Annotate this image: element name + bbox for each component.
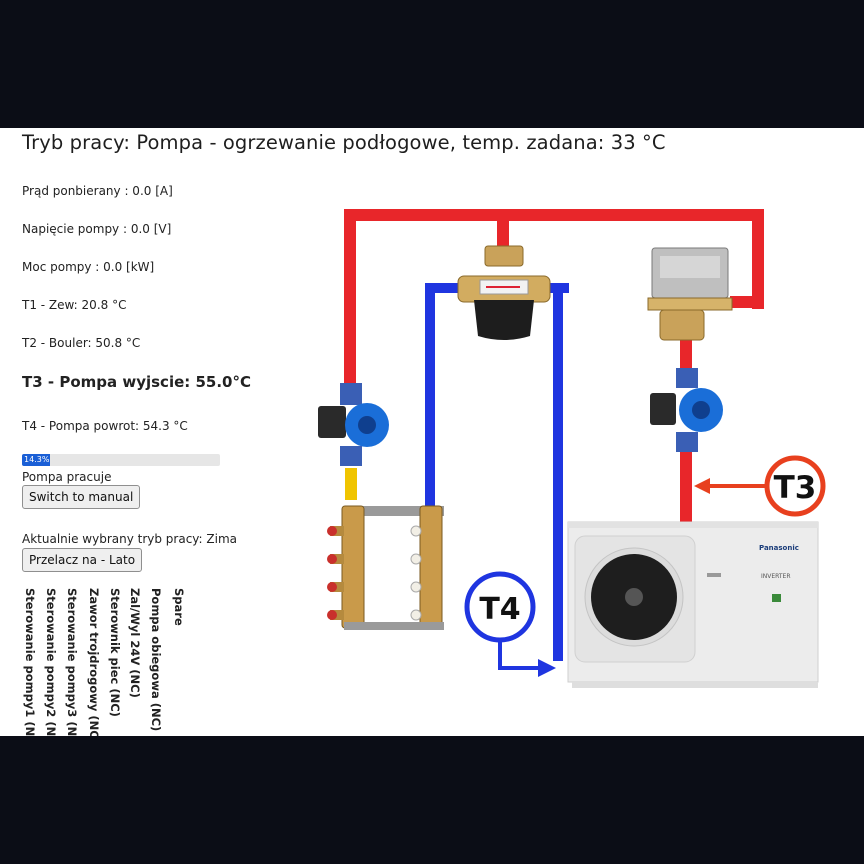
manifold-icon xyxy=(327,505,444,630)
mixing-valve-icon xyxy=(457,245,551,340)
heat-pump-unit-icon: Panasonic INVERTER xyxy=(567,521,819,688)
t4-callout: T4 xyxy=(464,571,556,677)
t3-callout: T3 xyxy=(694,455,826,517)
hydraulic-diagram: Panasonic INVERTER T3 T4 xyxy=(318,209,826,688)
brand-text: Panasonic xyxy=(759,544,799,552)
app-panel: Tryb pracy: Pompa - ogrzewanie podłogowe… xyxy=(0,128,864,736)
t3-label: T3 xyxy=(774,470,817,506)
brand-sub-text: INVERTER xyxy=(761,573,791,580)
yellow-connector xyxy=(345,468,357,500)
valve-actuator-icon xyxy=(647,247,733,341)
right-pump-icon xyxy=(650,368,723,452)
t4-label: T4 xyxy=(479,592,520,627)
left-pump-icon xyxy=(318,383,389,466)
